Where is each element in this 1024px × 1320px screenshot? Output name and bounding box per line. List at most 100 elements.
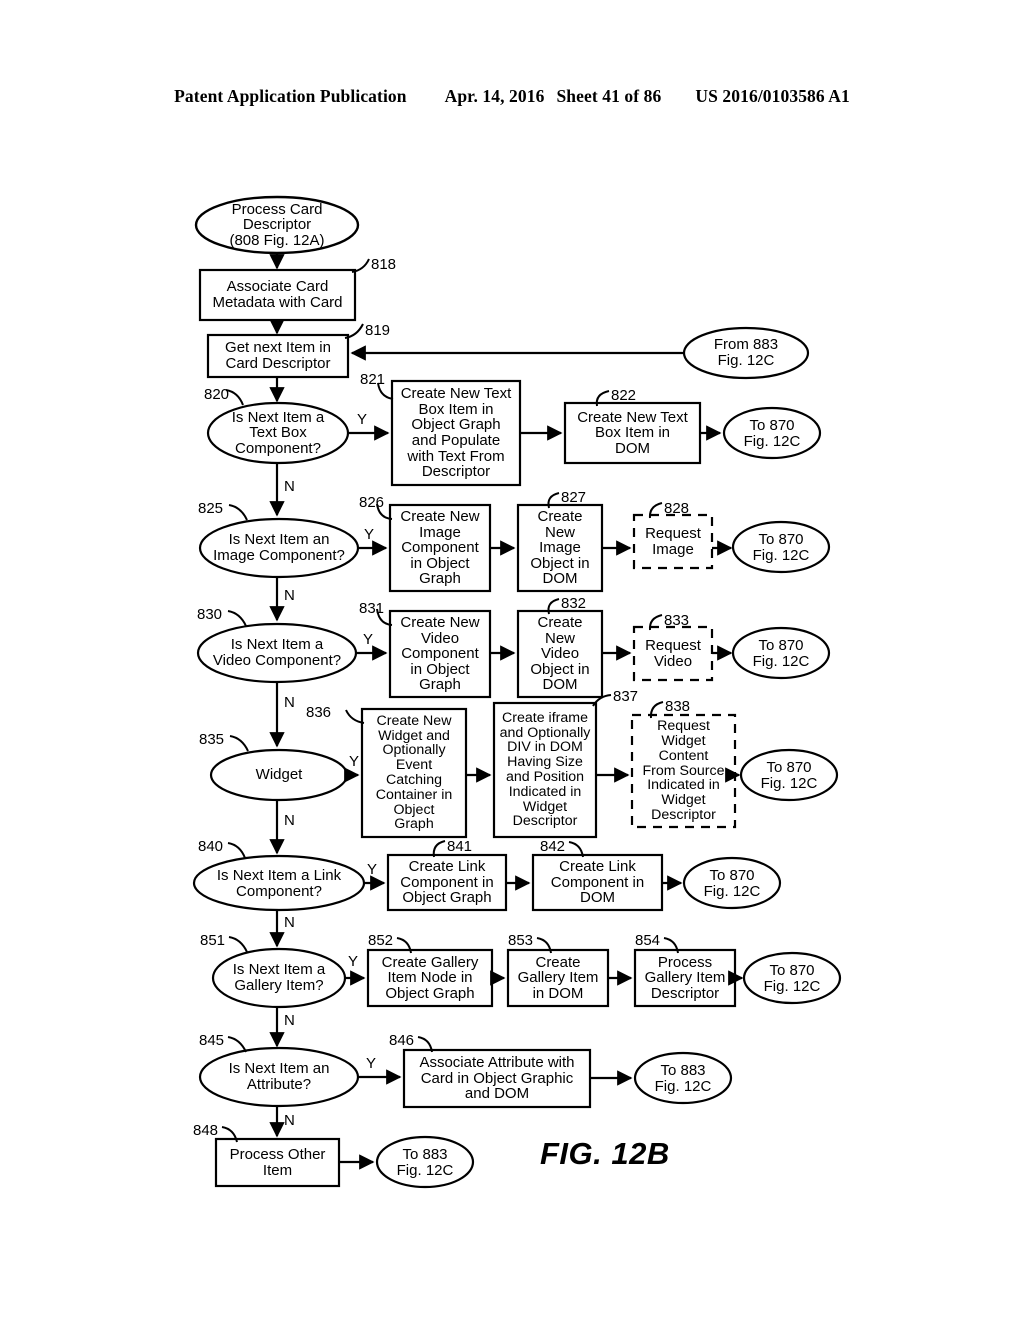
figure-caption: FIG. 12B xyxy=(540,1136,670,1171)
node-852: Create Gallery Item Node in Object Graph xyxy=(368,950,492,1006)
node-848: Process Other Item xyxy=(216,1139,339,1186)
refnum-838: 838 xyxy=(665,698,691,715)
branch-label-820-yes: Y xyxy=(357,411,368,428)
refnum-820: 820 xyxy=(204,386,230,403)
node-831: Create New Video Component in Object Graph xyxy=(390,611,490,697)
branch-label-851-yes: Y xyxy=(348,953,359,970)
refnum-831: 831 xyxy=(359,600,385,617)
refnum-836: 836 xyxy=(306,704,332,721)
node-to-870-d-label: To 870 Fig. 12C xyxy=(760,759,818,792)
node-to-883-a-label: To 883 Fig. 12C xyxy=(654,1062,712,1095)
node-846: Associate Attribute with Card in Object G… xyxy=(404,1050,590,1107)
refnum-851: 851 xyxy=(200,932,226,949)
node-827-label: Create New Image Object in DOM xyxy=(530,508,590,588)
node-848-label: Process Other Item xyxy=(229,1145,326,1179)
node-846-label: Associate Attribute with Card in Object G… xyxy=(419,1054,575,1103)
refnum-822: 822 xyxy=(611,387,637,404)
node-to-870-e: To 870 Fig. 12C xyxy=(688,868,776,900)
refnum-853: 853 xyxy=(508,932,534,949)
flowchart-figure: Process Card Descriptor (808 Fig. 12A) Ass… xyxy=(0,0,1024,1320)
refnum-846: 846 xyxy=(389,1032,415,1049)
node-827: Create New Image Object in DOM xyxy=(518,505,602,591)
decision-820-label: Is Next Item a Text Box Component? xyxy=(231,408,325,457)
decision-845-label: Is Next Item an Attribute? xyxy=(228,1060,330,1093)
leader-851 xyxy=(228,936,248,953)
node-to-870-c-label: To 870 Fig. 12C xyxy=(752,637,810,670)
decision-851-label: Is Next Item a Gallery Item? xyxy=(232,961,326,994)
node-to-870-f-label: To 870 Fig. 12C xyxy=(763,962,821,995)
node-start: Process Card Descriptor (808 Fig. 12A) xyxy=(196,198,358,252)
node-818: Associate Card Metadata with Card xyxy=(200,270,355,320)
branch-label-845-no: N xyxy=(284,1112,295,1129)
node-832-label: Create New Video Object in DOM xyxy=(530,614,590,694)
decision-830-label: Is Next Item a Video Component? xyxy=(212,636,342,669)
node-to-870-d: To 870 Fig. 12C xyxy=(745,760,833,792)
refnum-833: 833 xyxy=(664,612,690,629)
node-833-request-video: Request Video xyxy=(634,627,712,680)
node-from-883-label: From 883 Fig. 12C xyxy=(713,336,779,369)
node-to-870-e-label: To 870 Fig. 12C xyxy=(703,867,761,900)
refnum-835: 835 xyxy=(199,731,225,748)
refnum-825: 825 xyxy=(198,500,224,517)
refnum-830: 830 xyxy=(197,606,223,623)
node-833-label: Request Video xyxy=(645,636,701,670)
refnum-852: 852 xyxy=(368,932,394,949)
node-to-870-b-label: To 870 Fig. 12C xyxy=(752,531,810,564)
node-853-label: Create Gallery Item in DOM xyxy=(517,953,599,1002)
leader-840 xyxy=(227,842,246,859)
node-838-request-widget-content: Request Widget Content From Source Indicated… xyxy=(632,715,735,827)
node-841-label: Create Link Component in Object Graph xyxy=(400,858,494,907)
leader-845 xyxy=(227,1036,247,1053)
refnum-854: 854 xyxy=(635,932,661,949)
branch-label-835-no: N xyxy=(284,812,295,829)
node-836: Create New Widget and Optionally Event Catch… xyxy=(362,709,466,837)
decision-825-image: Is Next Item an Image Component? xyxy=(202,530,356,566)
decision-835-label: Widget xyxy=(255,766,303,784)
decision-840-label: Is Next Item a Link Component? xyxy=(216,867,342,900)
node-832: Create New Video Object in DOM xyxy=(518,611,602,697)
decision-840-link: Is Next Item a Link Component? xyxy=(196,866,362,902)
node-from-883: From 883 Fig. 12C xyxy=(692,329,800,377)
node-to-883-b: To 883 Fig. 12C xyxy=(381,1147,469,1179)
leader-825 xyxy=(228,504,248,521)
branch-label-825-no: N xyxy=(284,587,295,604)
node-853: Create Gallery Item in DOM xyxy=(508,950,608,1006)
refnum-840: 840 xyxy=(198,838,224,855)
flowchart-vector-layer xyxy=(192,195,842,1189)
node-819: Get next Item in Card Descriptor xyxy=(208,335,348,377)
branch-label-825-yes: Y xyxy=(364,526,375,543)
refnum-848: 848 xyxy=(193,1122,219,1139)
node-to-870-f: To 870 Fig. 12C xyxy=(748,963,836,995)
branch-label-840-no: N xyxy=(284,914,295,931)
node-826: Create New Image Component in Object Graph xyxy=(390,505,490,591)
node-to-883-a: To 883 Fig. 12C xyxy=(639,1063,727,1095)
leader-830 xyxy=(227,610,247,627)
refnum-832: 832 xyxy=(561,595,587,612)
node-819-label: Get next Item in Card Descriptor xyxy=(225,339,331,372)
branch-label-845-yes: Y xyxy=(366,1055,377,1072)
node-822: Create New Text Box Item in DOM xyxy=(565,403,700,463)
node-842-label: Create Link Component in DOM xyxy=(550,858,645,907)
refnum-826: 826 xyxy=(359,494,385,511)
node-838-label: Request Widget Content From Source Indicated… xyxy=(642,718,725,823)
node-to-870-c: To 870 Fig. 12C xyxy=(737,638,825,670)
node-831-label: Create New Video Component in Object Graph xyxy=(400,614,480,694)
node-818-label: Associate Card Metadata with Card xyxy=(212,278,343,311)
decision-835-widget: Widget xyxy=(223,765,335,785)
node-854-label: Process Gallery Item Descriptor xyxy=(644,953,726,1002)
node-837-label: Create iframe and Optionally DIV in DOM Hav… xyxy=(499,709,591,830)
refnum-828: 828 xyxy=(664,500,690,517)
refnum-842: 842 xyxy=(540,838,566,855)
node-822-label: Create New Text Box Item in DOM xyxy=(577,408,688,457)
refnum-827: 827 xyxy=(561,489,587,506)
node-828-request-image: Request Image xyxy=(634,515,712,568)
node-854: Process Gallery Item Descriptor xyxy=(635,950,735,1006)
node-828-label: Request Image xyxy=(645,524,701,558)
node-to-870-a-label: To 870 Fig. 12C xyxy=(743,417,801,450)
decision-845-attribute: Is Next Item an Attribute? xyxy=(205,1059,353,1095)
node-start-label: Process Card Descriptor (808 Fig. 12A) xyxy=(229,200,325,249)
node-to-883-b-label: To 883 Fig. 12C xyxy=(396,1146,454,1179)
node-to-870-b: To 870 Fig. 12C xyxy=(737,532,825,564)
branch-label-840-yes: Y xyxy=(367,861,378,878)
node-837: Create iframe and Optionally DIV in DOM Hav… xyxy=(494,703,596,837)
